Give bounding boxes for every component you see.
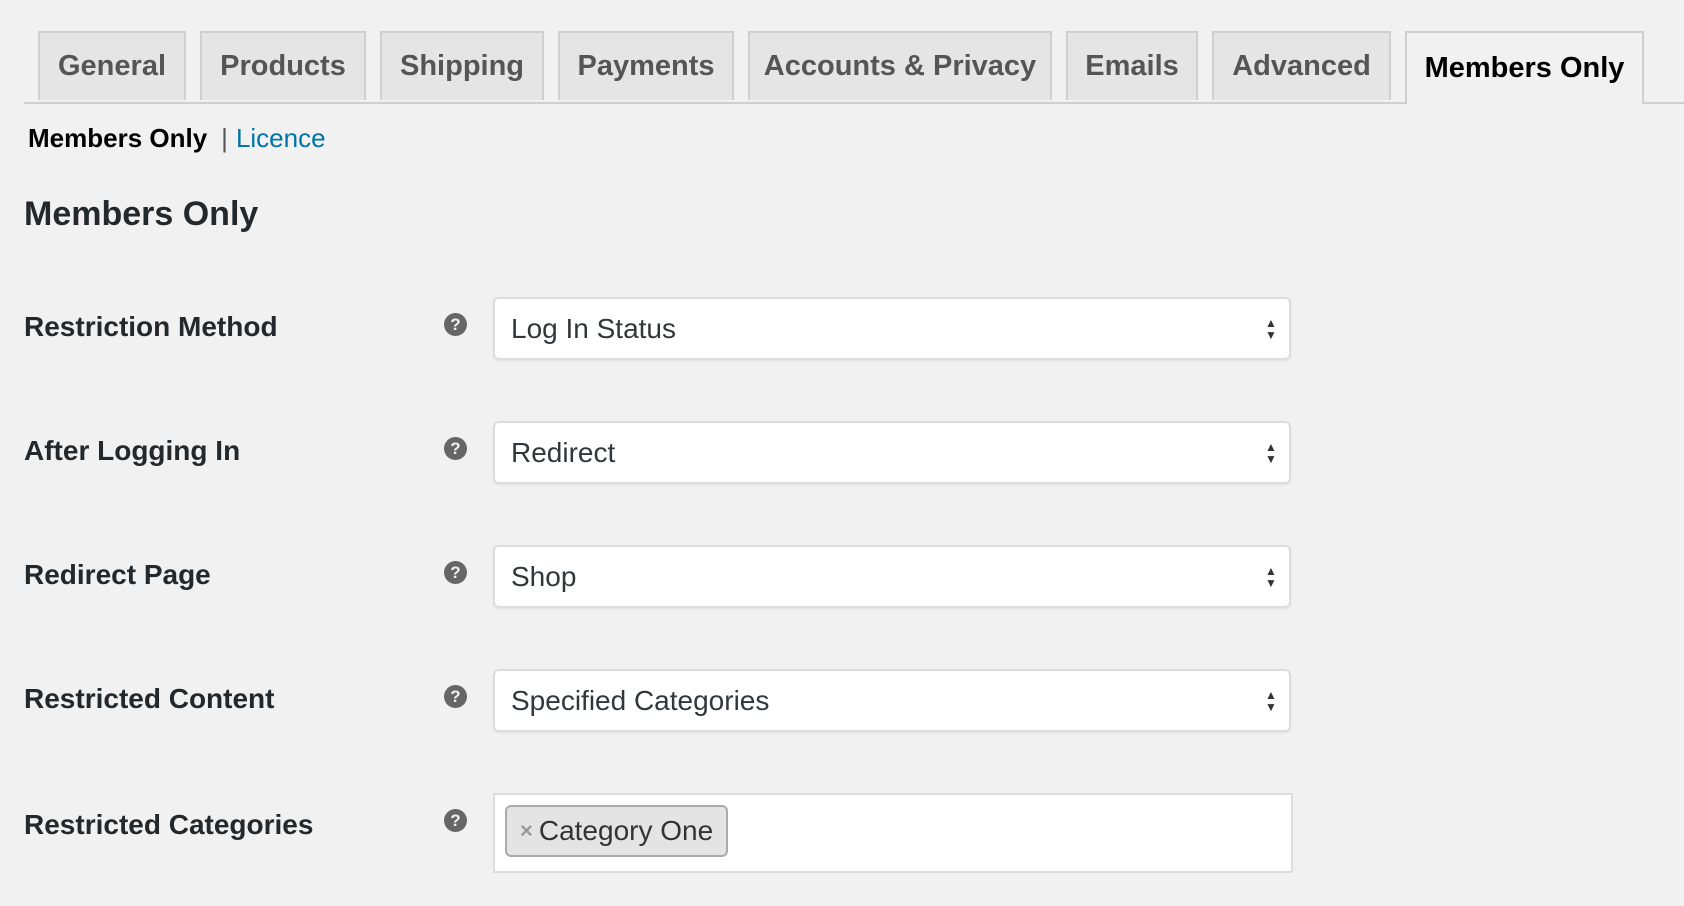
restriction-method-select[interactable]: Log In Status ▲ ▼	[493, 297, 1291, 360]
remove-tag-icon[interactable]: ×	[520, 818, 533, 844]
settings-page: General Products Shipping Payments Accou…	[0, 0, 1684, 906]
redirect-page-value: Shop	[511, 560, 577, 592]
restricted-content-value: Specified Categories	[511, 684, 770, 716]
category-tag: × Category One	[505, 805, 729, 857]
tab-payments[interactable]: Payments	[558, 31, 734, 100]
select-arrows-icon: ▲ ▼	[1264, 565, 1278, 589]
arrow-down-icon: ▼	[1265, 699, 1277, 714]
form-row-restricted-content: Restricted Content ? Specified Categorie…	[0, 669, 1684, 733]
tab-members-only[interactable]: Members Only	[1405, 31, 1644, 104]
field-label-restricted-content: Restricted Content	[24, 683, 275, 714]
question-circle-icon[interactable]: ?	[444, 437, 467, 460]
arrow-down-icon: ▼	[1265, 575, 1277, 590]
select-arrows-icon: ▲ ▼	[1264, 689, 1278, 713]
settings-tabs: General Products Shipping Payments Accou…	[24, 31, 1684, 104]
form-row-redirect-page: Redirect Page ? Shop ▲ ▼	[0, 545, 1684, 609]
restricted-categories-multiselect[interactable]: × Category One	[493, 793, 1293, 873]
field-label-after-logging-in: After Logging In	[24, 435, 241, 466]
tab-products[interactable]: Products	[200, 31, 366, 100]
field-label-redirect-page: Redirect Page	[24, 559, 211, 590]
tab-emails[interactable]: Emails	[1066, 31, 1198, 100]
form-row-after-logging-in: After Logging In ? Redirect ▲ ▼	[0, 421, 1684, 485]
section-title: Members Only	[24, 195, 259, 233]
sub-navigation: Members Only | Licence	[28, 122, 326, 154]
subnav-separator: |	[221, 123, 228, 153]
tab-advanced[interactable]: Advanced	[1212, 31, 1391, 100]
tab-accounts-privacy[interactable]: Accounts & Privacy	[748, 31, 1052, 100]
subnav-current-members-only: Members Only	[28, 123, 208, 153]
tab-shipping[interactable]: Shipping	[380, 31, 544, 100]
subnav-licence-link[interactable]: Licence	[236, 122, 326, 154]
question-circle-icon[interactable]: ?	[444, 685, 467, 708]
after-logging-in-select[interactable]: Redirect ▲ ▼	[493, 421, 1291, 484]
restricted-content-select[interactable]: Specified Categories ▲ ▼	[493, 669, 1291, 732]
category-tag-label: Category One	[538, 815, 714, 846]
form-row-restriction-method: Restriction Method ? Log In Status ▲ ▼	[0, 297, 1684, 361]
tab-general[interactable]: General	[38, 31, 186, 100]
question-circle-icon[interactable]: ?	[444, 809, 467, 832]
form-row-restricted-categories: Restricted Categories ? × Category One	[0, 793, 1684, 873]
redirect-page-select[interactable]: Shop ▲ ▼	[493, 545, 1291, 608]
arrow-down-icon: ▼	[1265, 327, 1277, 342]
question-circle-icon[interactable]: ?	[444, 561, 467, 584]
field-label-restricted-categories: Restricted Categories	[24, 809, 314, 840]
after-logging-in-value: Redirect	[511, 436, 616, 468]
arrow-down-icon: ▼	[1265, 451, 1277, 466]
select-arrows-icon: ▲ ▼	[1264, 317, 1278, 341]
restriction-method-value: Log In Status	[511, 312, 677, 344]
field-label-restriction-method: Restriction Method	[24, 311, 278, 342]
question-circle-icon[interactable]: ?	[444, 313, 467, 336]
select-arrows-icon: ▲ ▼	[1264, 441, 1278, 465]
